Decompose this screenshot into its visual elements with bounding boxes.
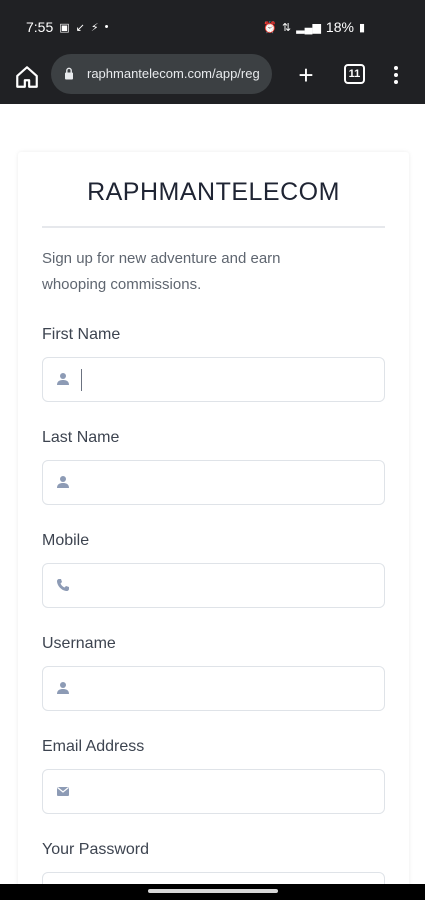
status-left: 7:55 ▣ ↙ ⚡ • <box>26 19 108 35</box>
envelope-icon <box>57 787 69 796</box>
password-label: Your Password <box>42 841 150 858</box>
battery-percent: 18% <box>325 19 354 35</box>
signup-card: RAPHMANTELECOM Sign up for new adventure… <box>18 152 409 900</box>
page-content: RAPHMANTELECOM Sign up for new adventure… <box>0 104 425 900</box>
brand-title: RAPHMANTELECOM <box>87 178 340 206</box>
username-label: Username <box>42 635 116 652</box>
image-notification-icon: ▣ <box>59 21 70 34</box>
tab-switcher-button[interactable]: 11 <box>344 64 365 84</box>
signal-icon: ▂▄▆ <box>296 21 321 34</box>
lock-icon <box>65 67 73 80</box>
browser-toolbar: raphmantelecom.com/app/reg + 11 <box>0 54 425 104</box>
new-tab-button[interactable]: + <box>293 62 319 88</box>
status-time: 7:55 <box>26 19 54 35</box>
battery-icon: ▮ <box>358 21 365 34</box>
intro-text: Sign up for new adventure and earn whoop… <box>42 250 281 293</box>
alarm-icon: ⏰ <box>263 21 277 34</box>
last-name-input[interactable] <box>81 461 376 504</box>
network-type-icon: ⇅ <box>281 21 292 34</box>
mobile-input[interactable] <box>81 564 376 607</box>
email-input[interactable] <box>81 770 376 813</box>
mobile-field[interactable] <box>42 563 385 608</box>
last-name-label: Last Name <box>42 429 120 446</box>
username-input[interactable] <box>81 667 376 710</box>
last-name-field[interactable] <box>42 460 385 505</box>
address-bar[interactable]: raphmantelecom.com/app/reg <box>51 54 272 94</box>
email-field[interactable] <box>42 769 385 814</box>
charging-bolt-icon: ⚡ <box>90 21 99 34</box>
user-icon <box>57 476 69 488</box>
divider <box>42 226 385 228</box>
user-icon <box>57 682 69 694</box>
system-navigation-bar <box>0 884 425 900</box>
status-right: ⏰ ⇅ ▂▄▆ 18% ▮ <box>263 19 365 35</box>
first-name-label: First Name <box>42 326 121 343</box>
status-bar: 7:55 ▣ ↙ ⚡ • ⏰ ⇅ ▂▄▆ 18% ▮ <box>0 0 425 54</box>
url-text: raphmantelecom.com/app/reg <box>87 66 260 81</box>
home-gesture-handle[interactable] <box>148 889 278 893</box>
missed-call-icon: ↙ <box>75 21 85 34</box>
more-menu-icon[interactable] <box>390 64 402 86</box>
home-icon[interactable] <box>14 64 40 90</box>
mobile-label: Mobile <box>42 532 90 549</box>
more-notifications-dot-icon: • <box>104 21 109 33</box>
phone-icon <box>57 579 69 591</box>
first-name-input[interactable] <box>81 358 376 401</box>
email-label: Email Address <box>42 738 145 755</box>
first-name-field[interactable] <box>42 357 385 402</box>
username-field[interactable] <box>42 666 385 711</box>
user-icon <box>57 373 69 385</box>
